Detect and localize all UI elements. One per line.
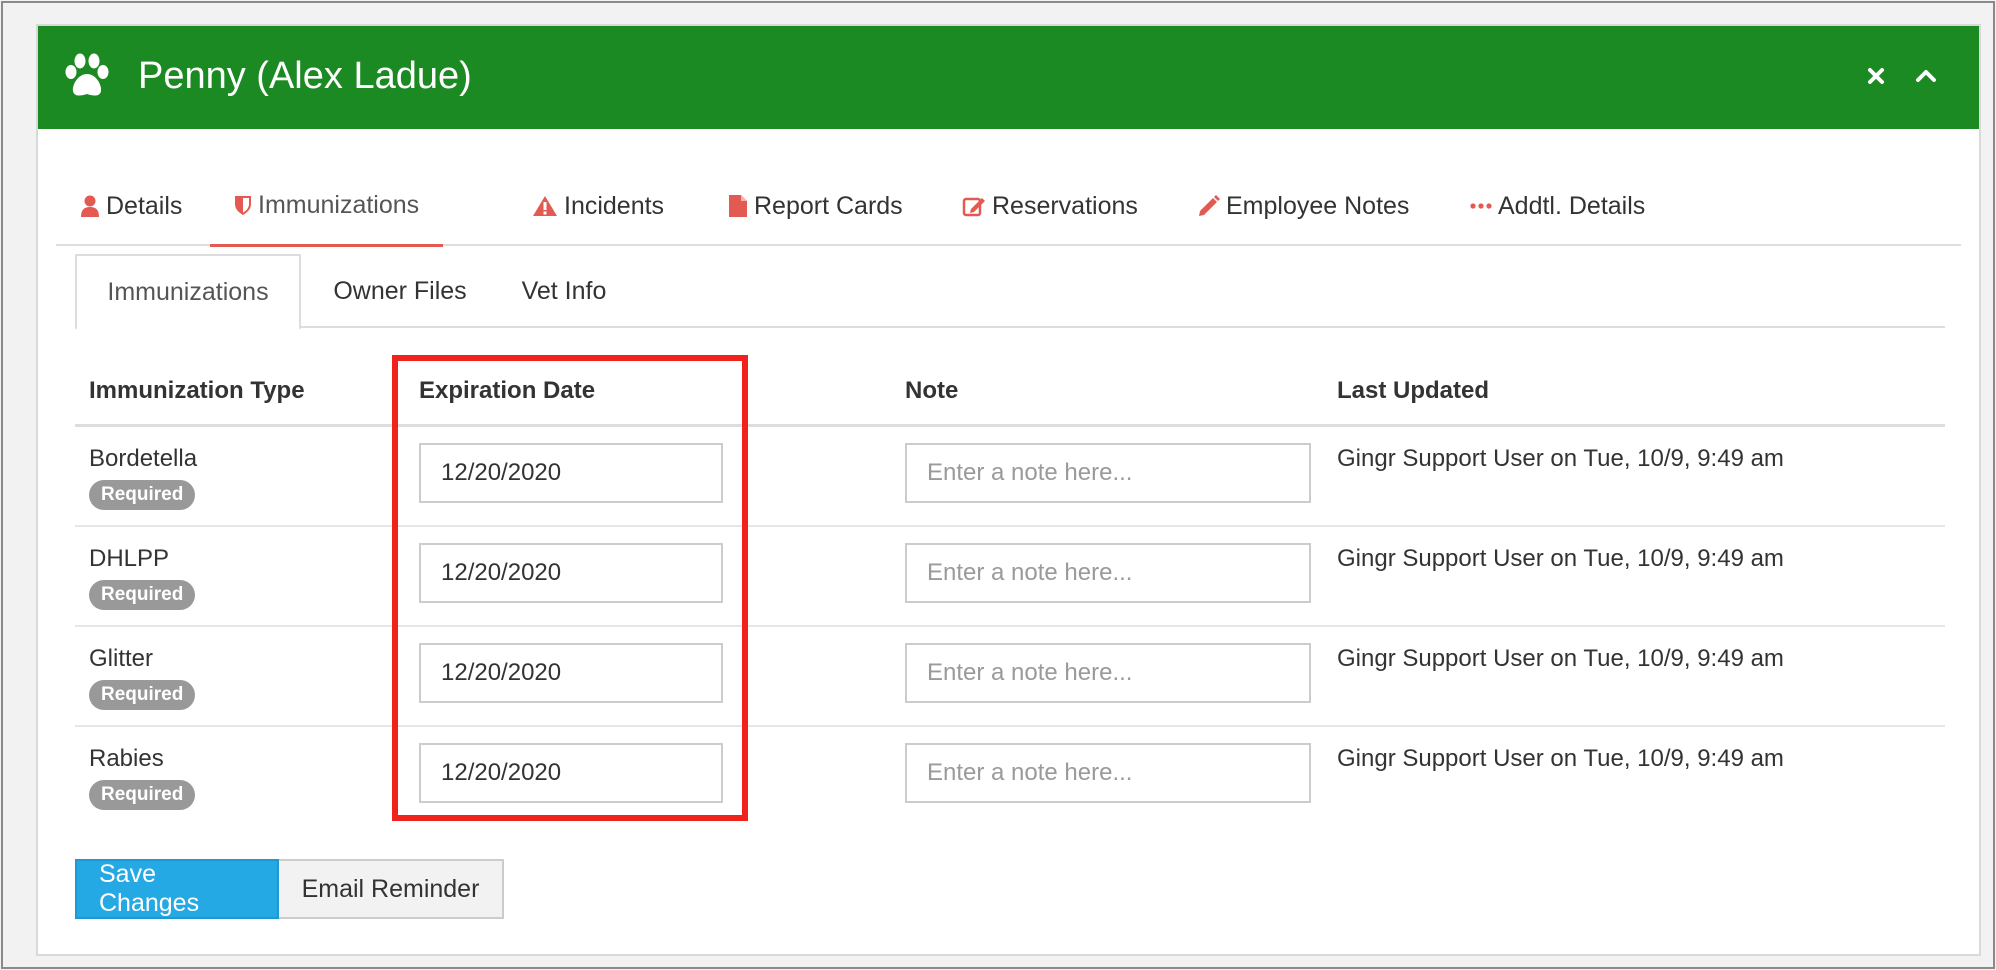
header-note: Note — [905, 377, 959, 404]
header-expiration: Expiration Date — [419, 377, 596, 404]
tab-addtl-details[interactable]: Addtl. Details — [1470, 166, 1645, 246]
tab-incidents[interactable]: Incidents — [532, 166, 664, 246]
tab-label: Incidents — [564, 191, 665, 220]
note-input[interactable] — [905, 543, 1311, 603]
immunizations-table: Immunization Type Expiration Date Note L… — [75, 365, 1945, 827]
note-input[interactable] — [905, 443, 1311, 503]
expiration-date-input[interactable] — [419, 643, 723, 703]
subtab-immunizations[interactable]: Immunizations — [75, 254, 301, 330]
required-badge: Required — [89, 480, 196, 510]
subtab-label: Immunizations — [107, 277, 269, 306]
shield-icon — [235, 196, 251, 215]
required-badge: Required — [89, 680, 196, 710]
subtab-label: Vet Info — [521, 276, 607, 305]
header-type: Immunization Type — [89, 377, 305, 404]
email-reminder-button[interactable]: Email Reminder — [279, 859, 504, 919]
expiration-date-input[interactable] — [419, 543, 723, 603]
main-tabs: Details Immunizations Incidents Report C… — [56, 166, 1961, 247]
tab-label: Employee Notes — [1226, 191, 1410, 220]
chevron-up-icon[interactable] — [1908, 58, 1944, 94]
tab-details[interactable]: Details — [80, 166, 182, 246]
tab-report-cards[interactable]: Report Cards — [728, 166, 903, 246]
subtab-label: Owner Files — [333, 276, 467, 305]
close-icon[interactable] — [1858, 58, 1894, 94]
pencil-icon — [1199, 195, 1220, 216]
immunization-type: DHLPP — [89, 545, 170, 572]
last-updated: Gingr Support User on Tue, 10/9, 9:49 am — [1337, 645, 1784, 672]
warning-icon — [533, 196, 557, 216]
panel-header: Penny (Alex Ladue) — [38, 26, 1979, 129]
pet-title: Penny (Alex Ladue) — [138, 55, 472, 97]
last-updated: Gingr Support User on Tue, 10/9, 9:49 am — [1337, 745, 1784, 772]
note-input[interactable] — [905, 743, 1311, 803]
note-input[interactable] — [905, 643, 1311, 703]
immunization-type: Bordetella — [89, 445, 198, 472]
sub-tabs: Immunizations Owner Files Vet Info — [75, 254, 1945, 330]
table-row: Rabies Required Gingr Support User on Tu… — [75, 727, 1945, 827]
immunization-type: Rabies — [89, 745, 164, 772]
tab-reservations[interactable]: Reservations — [962, 166, 1138, 246]
header-updated: Last Updated — [1337, 377, 1490, 404]
expiration-date-input[interactable] — [419, 743, 723, 803]
tab-label: Report Cards — [754, 191, 903, 220]
tab-label: Immunizations — [258, 190, 420, 219]
tab-label: Addtl. Details — [1498, 191, 1646, 220]
file-icon — [729, 195, 747, 217]
tab-label: Reservations — [992, 191, 1138, 220]
required-badge: Required — [89, 580, 196, 610]
screenshot-frame: Penny (Alex Ladue) Details Immunizations… — [1, 1, 1995, 969]
tab-employee-notes[interactable]: Employee Notes — [1198, 166, 1409, 246]
immunization-type: Glitter — [89, 645, 154, 672]
table-row: Glitter Required Gingr Support User on T… — [75, 627, 1945, 727]
edit-icon — [962, 197, 985, 217]
table-header: Immunization Type Expiration Date Note L… — [75, 365, 1945, 427]
tab-immunizations[interactable]: Immunizations — [210, 166, 444, 247]
pet-panel: Penny (Alex Ladue) Details Immunizations… — [36, 24, 1981, 956]
required-badge: Required — [89, 780, 196, 810]
save-changes-button[interactable]: Save Changes — [75, 859, 279, 919]
tab-label: Details — [106, 191, 183, 220]
user-icon — [81, 195, 99, 217]
last-updated: Gingr Support User on Tue, 10/9, 9:49 am — [1337, 545, 1784, 572]
subtab-owner-files[interactable]: Owner Files — [301, 254, 499, 328]
expiration-date-input[interactable] — [419, 443, 723, 503]
table-row: Bordetella Required Gingr Support User o… — [75, 427, 1945, 527]
ellipsis-icon — [1470, 203, 1492, 209]
paw-icon — [65, 53, 109, 96]
form-actions: Save Changes Email Reminder — [75, 859, 504, 919]
subtab-vet-info[interactable]: Vet Info — [499, 254, 629, 328]
table-row: DHLPP Required Gingr Support User on Tue… — [75, 527, 1945, 627]
last-updated: Gingr Support User on Tue, 10/9, 9:49 am — [1337, 445, 1784, 472]
